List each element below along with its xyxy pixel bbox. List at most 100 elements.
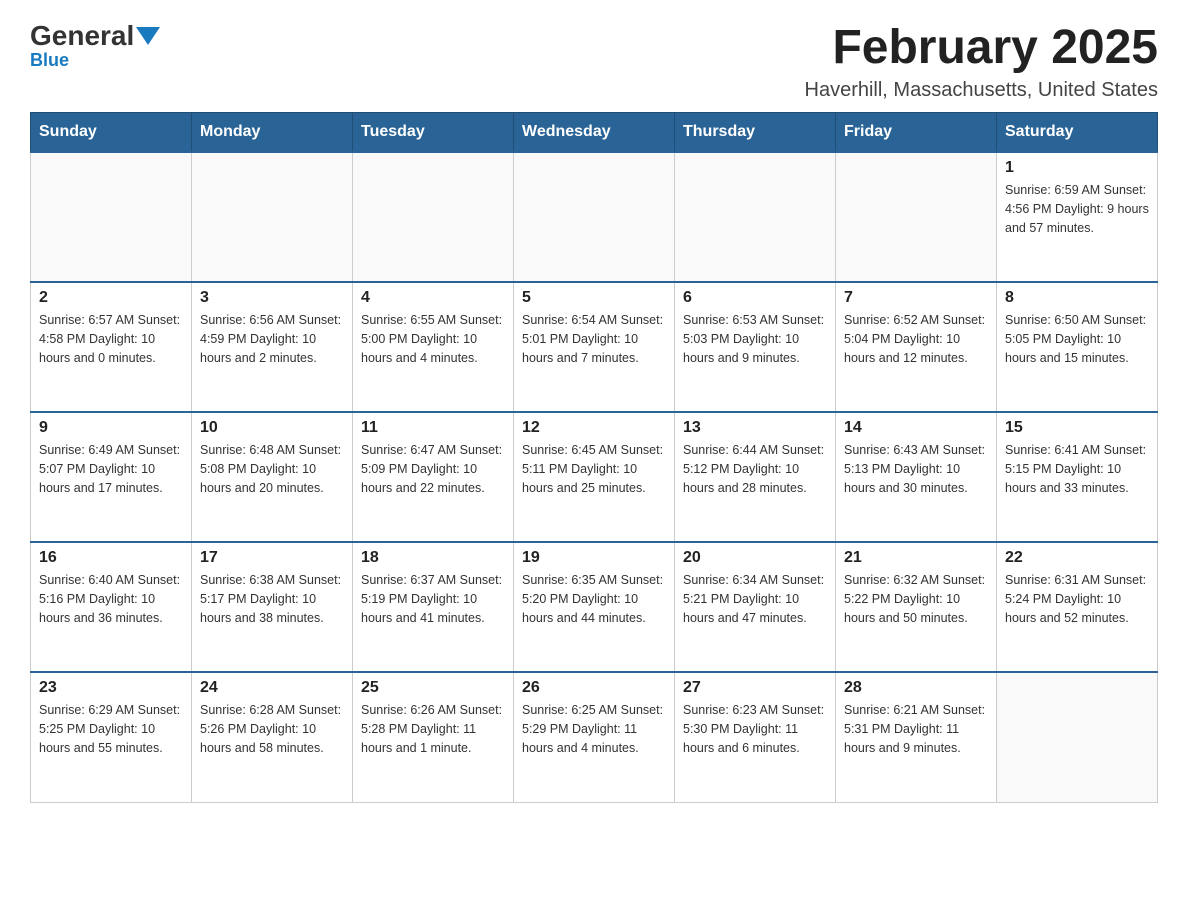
day-info: Sunrise: 6:21 AM Sunset: 5:31 PM Dayligh… xyxy=(844,701,988,757)
day-info: Sunrise: 6:47 AM Sunset: 5:09 PM Dayligh… xyxy=(361,441,505,497)
calendar-title: February 2025 xyxy=(805,20,1159,75)
calendar-cell: 28 Sunrise: 6:21 AM Sunset: 5:31 PM Dayli… xyxy=(836,672,997,802)
week-row-3: 9 Sunrise: 6:49 AM Sunset: 5:07 PM Daylig… xyxy=(31,412,1158,542)
weekday-header-friday: Friday xyxy=(836,113,997,153)
day-info: Sunrise: 6:59 AM Sunset: 4:56 PM Dayligh… xyxy=(1005,181,1149,237)
week-row-2: 2 Sunrise: 6:57 AM Sunset: 4:58 PM Daylig… xyxy=(31,282,1158,412)
day-info: Sunrise: 6:37 AM Sunset: 5:19 PM Dayligh… xyxy=(361,571,505,627)
calendar-cell: 13 Sunrise: 6:44 AM Sunset: 5:12 PM Dayli… xyxy=(675,412,836,542)
day-info: Sunrise: 6:53 AM Sunset: 5:03 PM Dayligh… xyxy=(683,311,827,367)
calendar-cell: 9 Sunrise: 6:49 AM Sunset: 5:07 PM Daylig… xyxy=(31,412,192,542)
day-number: 10 xyxy=(200,419,344,437)
day-info: Sunrise: 6:44 AM Sunset: 5:12 PM Dayligh… xyxy=(683,441,827,497)
weekday-header-monday: Monday xyxy=(192,113,353,153)
day-number: 22 xyxy=(1005,549,1149,567)
day-info: Sunrise: 6:26 AM Sunset: 5:28 PM Dayligh… xyxy=(361,701,505,757)
calendar-cell: 16 Sunrise: 6:40 AM Sunset: 5:16 PM Dayli… xyxy=(31,542,192,672)
calendar-cell xyxy=(997,672,1158,802)
calendar-cell: 4 Sunrise: 6:55 AM Sunset: 5:00 PM Daylig… xyxy=(353,282,514,412)
day-info: Sunrise: 6:41 AM Sunset: 5:15 PM Dayligh… xyxy=(1005,441,1149,497)
day-info: Sunrise: 6:50 AM Sunset: 5:05 PM Dayligh… xyxy=(1005,311,1149,367)
day-number: 5 xyxy=(522,289,666,307)
day-number: 20 xyxy=(683,549,827,567)
calendar-subtitle: Haverhill, Massachusetts, United States xyxy=(805,79,1159,102)
logo: General Blue xyxy=(30,20,162,71)
calendar-cell: 5 Sunrise: 6:54 AM Sunset: 5:01 PM Daylig… xyxy=(514,282,675,412)
day-info: Sunrise: 6:45 AM Sunset: 5:11 PM Dayligh… xyxy=(522,441,666,497)
day-number: 18 xyxy=(361,549,505,567)
day-number: 6 xyxy=(683,289,827,307)
logo-general: General xyxy=(30,20,134,52)
day-number: 17 xyxy=(200,549,344,567)
logo-blue: Blue xyxy=(30,50,69,71)
calendar-cell: 15 Sunrise: 6:41 AM Sunset: 5:15 PM Dayli… xyxy=(997,412,1158,542)
calendar-cell: 25 Sunrise: 6:26 AM Sunset: 5:28 PM Dayli… xyxy=(353,672,514,802)
day-info: Sunrise: 6:49 AM Sunset: 5:07 PM Dayligh… xyxy=(39,441,183,497)
calendar-cell: 7 Sunrise: 6:52 AM Sunset: 5:04 PM Daylig… xyxy=(836,282,997,412)
day-info: Sunrise: 6:28 AM Sunset: 5:26 PM Dayligh… xyxy=(200,701,344,757)
day-info: Sunrise: 6:56 AM Sunset: 4:59 PM Dayligh… xyxy=(200,311,344,367)
day-number: 21 xyxy=(844,549,988,567)
day-info: Sunrise: 6:29 AM Sunset: 5:25 PM Dayligh… xyxy=(39,701,183,757)
calendar-cell: 12 Sunrise: 6:45 AM Sunset: 5:11 PM Dayli… xyxy=(514,412,675,542)
day-info: Sunrise: 6:32 AM Sunset: 5:22 PM Dayligh… xyxy=(844,571,988,627)
day-number: 2 xyxy=(39,289,183,307)
day-info: Sunrise: 6:23 AM Sunset: 5:30 PM Dayligh… xyxy=(683,701,827,757)
calendar-cell: 17 Sunrise: 6:38 AM Sunset: 5:17 PM Dayli… xyxy=(192,542,353,672)
calendar-cell: 27 Sunrise: 6:23 AM Sunset: 5:30 PM Dayli… xyxy=(675,672,836,802)
day-number: 26 xyxy=(522,679,666,697)
day-number: 15 xyxy=(1005,419,1149,437)
day-number: 27 xyxy=(683,679,827,697)
day-info: Sunrise: 6:54 AM Sunset: 5:01 PM Dayligh… xyxy=(522,311,666,367)
day-info: Sunrise: 6:48 AM Sunset: 5:08 PM Dayligh… xyxy=(200,441,344,497)
calendar-cell: 8 Sunrise: 6:50 AM Sunset: 5:05 PM Daylig… xyxy=(997,282,1158,412)
calendar-cell xyxy=(836,152,997,282)
calendar-cell: 21 Sunrise: 6:32 AM Sunset: 5:22 PM Dayli… xyxy=(836,542,997,672)
day-number: 8 xyxy=(1005,289,1149,307)
day-number: 3 xyxy=(200,289,344,307)
day-number: 1 xyxy=(1005,159,1149,177)
calendar-cell: 10 Sunrise: 6:48 AM Sunset: 5:08 PM Dayli… xyxy=(192,412,353,542)
day-info: Sunrise: 6:55 AM Sunset: 5:00 PM Dayligh… xyxy=(361,311,505,367)
day-number: 14 xyxy=(844,419,988,437)
weekday-header-tuesday: Tuesday xyxy=(353,113,514,153)
calendar-cell xyxy=(514,152,675,282)
day-info: Sunrise: 6:52 AM Sunset: 5:04 PM Dayligh… xyxy=(844,311,988,367)
day-number: 12 xyxy=(522,419,666,437)
day-number: 19 xyxy=(522,549,666,567)
day-number: 7 xyxy=(844,289,988,307)
day-number: 9 xyxy=(39,419,183,437)
day-info: Sunrise: 6:25 AM Sunset: 5:29 PM Dayligh… xyxy=(522,701,666,757)
calendar-cell: 22 Sunrise: 6:31 AM Sunset: 5:24 PM Dayli… xyxy=(997,542,1158,672)
calendar-cell: 6 Sunrise: 6:53 AM Sunset: 5:03 PM Daylig… xyxy=(675,282,836,412)
day-number: 25 xyxy=(361,679,505,697)
day-info: Sunrise: 6:31 AM Sunset: 5:24 PM Dayligh… xyxy=(1005,571,1149,627)
calendar-cell xyxy=(675,152,836,282)
week-row-5: 23Sunrise: 6:29 AM Sunset: 5:25 PM Dayli… xyxy=(31,672,1158,802)
calendar-cell: 11 Sunrise: 6:47 AM Sunset: 5:09 PM Dayli… xyxy=(353,412,514,542)
calendar-cell: 26 Sunrise: 6:25 AM Sunset: 5:29 PM Dayli… xyxy=(514,672,675,802)
calendar-cell xyxy=(31,152,192,282)
calendar-cell: 3 Sunrise: 6:56 AM Sunset: 4:59 PM Daylig… xyxy=(192,282,353,412)
day-info: Sunrise: 6:40 AM Sunset: 5:16 PM Dayligh… xyxy=(39,571,183,627)
weekday-header-row: SundayMondayTuesdayWednesdayThursdayFrid… xyxy=(31,113,1158,153)
page-header: General Blue February 2025 Haverhill, Ma… xyxy=(30,20,1158,102)
week-row-4: 16 Sunrise: 6:40 AM Sunset: 5:16 PM Dayli… xyxy=(31,542,1158,672)
calendar-cell: 1 Sunrise: 6:59 AM Sunset: 4:56 PM Daylig… xyxy=(997,152,1158,282)
day-number: 16 xyxy=(39,549,183,567)
day-info: Sunrise: 6:35 AM Sunset: 5:20 PM Dayligh… xyxy=(522,571,666,627)
day-info: Sunrise: 6:57 AM Sunset: 4:58 PM Dayligh… xyxy=(39,311,183,367)
day-number: 4 xyxy=(361,289,505,307)
title-block: February 2025 Haverhill, Massachusetts, … xyxy=(805,20,1159,102)
weekday-header-sunday: Sunday xyxy=(31,113,192,153)
day-info: Sunrise: 6:34 AM Sunset: 5:21 PM Dayligh… xyxy=(683,571,827,627)
calendar-cell xyxy=(192,152,353,282)
day-number: 11 xyxy=(361,419,505,437)
calendar-table: SundayMondayTuesdayWednesdayThursdayFrid… xyxy=(30,112,1158,803)
day-info: Sunrise: 6:38 AM Sunset: 5:17 PM Dayligh… xyxy=(200,571,344,627)
day-number: 13 xyxy=(683,419,827,437)
weekday-header-thursday: Thursday xyxy=(675,113,836,153)
day-number: 28 xyxy=(844,679,988,697)
calendar-cell: 24Sunrise: 6:28 AM Sunset: 5:26 PM Dayli… xyxy=(192,672,353,802)
calendar-cell: 18 Sunrise: 6:37 AM Sunset: 5:19 PM Dayli… xyxy=(353,542,514,672)
